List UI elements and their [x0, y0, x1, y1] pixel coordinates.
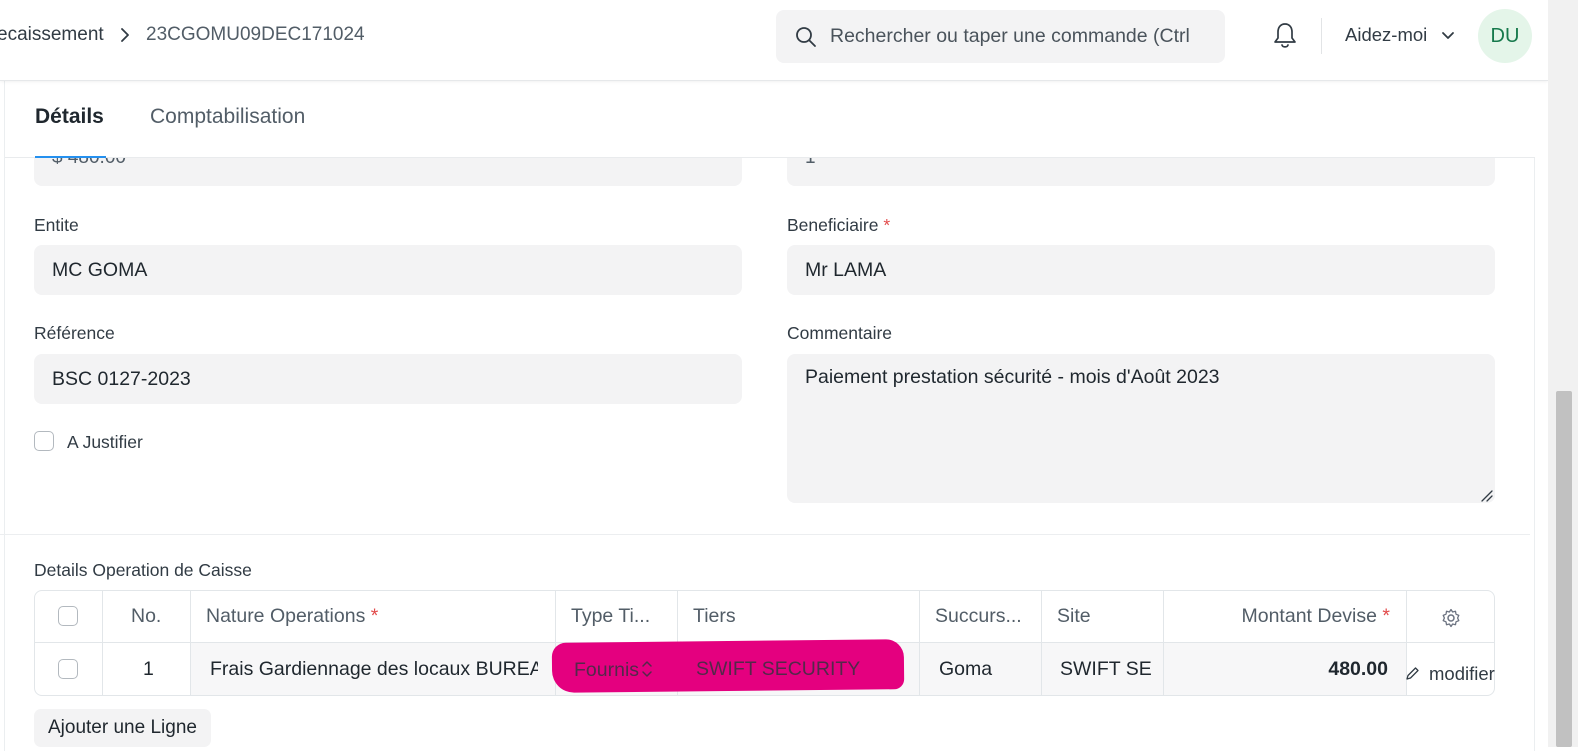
search-input[interactable] — [830, 10, 1208, 63]
header-tiers[interactable]: Tiers — [678, 591, 920, 642]
navbar-divider — [1321, 18, 1322, 54]
section-divider — [0, 534, 1530, 535]
a-justifier-checkbox[interactable] — [34, 431, 54, 451]
notification-bell-icon[interactable] — [1272, 21, 1298, 51]
header-select-cell — [35, 591, 103, 642]
commentaire-label: Commentaire — [787, 323, 893, 343]
header-settings-cell — [1407, 591, 1494, 642]
row-type-tiers-value: Fournis — [574, 659, 640, 681]
search-icon — [796, 27, 816, 47]
search-bar[interactable] — [776, 10, 1225, 63]
active-tab-indicator — [35, 156, 106, 158]
tab-details[interactable]: Détails — [35, 105, 104, 129]
chevron-down-icon[interactable] — [1441, 30, 1455, 42]
a-justifier-label: A Justifier — [67, 432, 143, 452]
entite-field[interactable] — [34, 245, 742, 295]
breadcrumb-parent[interactable]: ecaissement — [0, 24, 104, 46]
entite-label: Entite — [34, 215, 79, 235]
table-title: Details Operation de Caisse — [34, 560, 252, 580]
beneficiaire-label: Beneficiaire * — [787, 215, 891, 235]
navbar: ecaissement 23CGOMU09DEC171024 Aidez-moi… — [0, 0, 1548, 81]
beneficiaire-field[interactable] — [787, 245, 1495, 295]
row-montant-cell[interactable]: 480.00 — [1164, 643, 1407, 695]
header-type-tiers[interactable]: Type Ti... — [556, 591, 678, 642]
row-select-cell — [35, 643, 103, 695]
header-no: No. — [103, 591, 191, 642]
scrollbar-thumb[interactable] — [1556, 391, 1572, 747]
help-menu-button[interactable]: Aidez-moi — [1345, 24, 1427, 46]
header-nature[interactable]: Nature Operations * — [191, 591, 556, 642]
gear-icon[interactable] — [1441, 608, 1461, 628]
breadcrumb-current: 23CGOMU09DEC171024 — [146, 24, 365, 45]
row-no: 1 — [103, 643, 191, 695]
add-row-button[interactable]: Ajouter une Ligne — [34, 709, 211, 747]
user-avatar[interactable]: DU — [1478, 9, 1532, 63]
row-checkbox[interactable] — [58, 659, 78, 679]
header-site[interactable]: Site — [1042, 591, 1164, 642]
commentaire-textarea[interactable]: Paiement prestation sécurité - mois d'Ao… — [787, 354, 1495, 503]
required-mark: * — [883, 215, 891, 235]
row-tiers-value: SWIFT SECURITY — [696, 658, 861, 680]
row-site-cell[interactable]: SWIFT SECURITY — [1042, 643, 1164, 695]
tab-comptabilisation[interactable]: Comptabilisation — [150, 105, 305, 129]
pencil-icon[interactable] — [1405, 666, 1420, 681]
select-all-checkbox[interactable] — [58, 606, 78, 626]
header-succursale[interactable]: Succurs... — [920, 591, 1042, 642]
select-updown-icon[interactable] — [641, 659, 653, 679]
table-header-row: No. Nature Operations * Type Ti... Tiers… — [35, 591, 1494, 643]
reference-field[interactable] — [34, 354, 742, 404]
chevron-right-icon — [121, 28, 129, 42]
header-montant[interactable]: Montant Devise * — [1164, 591, 1407, 642]
tab-bar: Détails Comptabilisation — [5, 81, 1535, 158]
reference-label: Référence — [34, 323, 115, 343]
resize-handle-icon[interactable] — [1481, 490, 1493, 502]
row-succursale-cell[interactable]: Goma — [920, 643, 1042, 695]
row-nature-cell[interactable]: Frais Gardiennage des locaux BUREAU — [191, 643, 556, 695]
row-edit-link[interactable]: modifier — [1429, 663, 1495, 685]
